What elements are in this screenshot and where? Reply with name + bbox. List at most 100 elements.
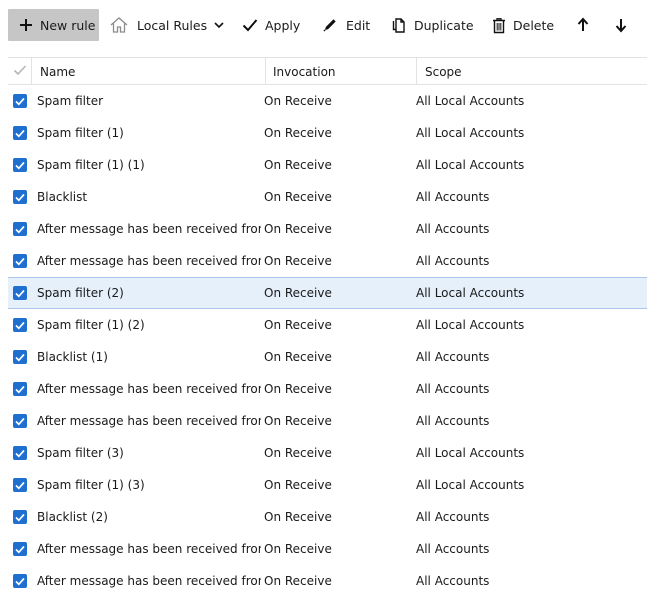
row-checkbox[interactable]: [12, 501, 28, 533]
home-icon: [109, 15, 129, 35]
move-down-button[interactable]: [611, 9, 631, 41]
table-row[interactable]: After message has been received from '..…: [8, 533, 647, 565]
move-up-button[interactable]: [573, 9, 593, 41]
table-row[interactable]: After message has been received from '..…: [8, 213, 647, 245]
column-header-name[interactable]: Name: [33, 58, 266, 85]
table-row[interactable]: Spam filter (1) (1) On Receive All Local A…: [8, 149, 647, 181]
checkbox-checked-icon: [13, 126, 27, 140]
checkbox-checked-icon: [13, 190, 27, 204]
table-row[interactable]: Blacklist (2) On Receive All Accounts: [8, 501, 647, 533]
rule-scope: All Local Accounts: [416, 478, 525, 492]
checkbox-checked-icon: [13, 478, 27, 492]
rule-scope: All Accounts: [416, 414, 490, 428]
table-row[interactable]: After message has been received from '..…: [8, 565, 647, 597]
table-row[interactable]: After message has been received from '..…: [8, 373, 647, 405]
rule-scope: All Accounts: [416, 542, 490, 556]
row-checkbox[interactable]: [12, 181, 28, 213]
checkbox-checked-icon: [13, 158, 27, 172]
rule-invocation: On Receive: [264, 574, 332, 588]
rule-invocation: On Receive: [264, 158, 332, 172]
table-row[interactable]: Spam filter (1) On Receive All Local Accou…: [8, 117, 647, 149]
table-row[interactable]: Blacklist (1) On Receive All Accounts: [8, 341, 647, 373]
arrow-down-icon: [611, 15, 631, 35]
checkbox-checked-icon: [13, 574, 27, 588]
rule-scope: All Local Accounts: [416, 318, 525, 332]
rule-name: Spam filter (1) (1): [37, 158, 145, 172]
rule-scope: All Accounts: [416, 254, 490, 268]
row-checkbox[interactable]: [12, 309, 28, 341]
rule-scope: All Local Accounts: [416, 126, 525, 140]
plus-icon: [16, 15, 36, 35]
rule-invocation: On Receive: [264, 382, 332, 396]
column-header-invocation[interactable]: Invocation: [266, 58, 417, 85]
local-rules-label: Local Rules: [137, 17, 208, 33]
rule-name: After message has been received from '..…: [37, 574, 261, 588]
delete-button[interactable]: Delete: [491, 9, 555, 41]
table-row[interactable]: After message has been received from '..…: [8, 405, 647, 437]
rule-invocation: On Receive: [264, 318, 332, 332]
row-checkbox[interactable]: [12, 85, 28, 117]
table-row[interactable]: Blacklist On Receive All Accounts: [8, 181, 647, 213]
column-header-scope[interactable]: Scope: [418, 58, 647, 85]
row-checkbox[interactable]: [12, 245, 28, 277]
delete-label: Delete: [513, 17, 555, 33]
rule-invocation: On Receive: [264, 254, 332, 268]
checkbox-checked-icon: [13, 446, 27, 460]
chevron-down-icon: [213, 19, 225, 31]
arrow-up-icon: [573, 15, 593, 35]
select-all-header[interactable]: [8, 58, 32, 85]
checkbox-checked-icon: [13, 286, 27, 300]
rule-invocation: On Receive: [264, 222, 332, 236]
rule-scope: All Local Accounts: [416, 158, 525, 172]
rules-table: Name Invocation Scope Spam filter On Rece…: [8, 57, 647, 597]
rule-invocation: On Receive: [264, 478, 332, 492]
rule-name: Spam filter (1): [37, 126, 124, 140]
edit-label: Edit: [346, 17, 371, 33]
toolbar: New rule Local Rules Apply Edit Duplicat…: [0, 0, 647, 52]
row-checkbox[interactable]: [12, 469, 28, 501]
row-checkbox[interactable]: [12, 437, 28, 469]
table-row[interactable]: Spam filter (3) On Receive All Local Accou…: [8, 437, 647, 469]
rule-name: Spam filter: [37, 94, 104, 108]
rule-scope: All Accounts: [416, 574, 490, 588]
row-checkbox[interactable]: [12, 278, 28, 308]
checkbox-checked-icon: [13, 542, 27, 556]
new-rule-button[interactable]: New rule: [8, 9, 99, 41]
rule-name: After message has been received from '..…: [37, 542, 261, 556]
row-checkbox[interactable]: [12, 565, 28, 597]
checkbox-checked-icon: [13, 318, 27, 332]
duplicate-icon: [390, 15, 408, 35]
table-row[interactable]: Spam filter (2) On Receive All Local Accou…: [8, 277, 647, 309]
checkbox-checked-icon: [13, 254, 27, 268]
rule-invocation: On Receive: [264, 190, 332, 204]
table-row[interactable]: Spam filter On Receive All Local Accounts: [8, 85, 647, 117]
checkbox-checked-icon: [13, 414, 27, 428]
duplicate-label: Duplicate: [414, 17, 474, 33]
row-checkbox[interactable]: [12, 533, 28, 565]
edit-button[interactable]: Edit: [320, 9, 372, 41]
rule-invocation: On Receive: [264, 542, 332, 556]
rule-name: Spam filter (2): [37, 286, 124, 300]
rule-name: After message has been received from '..…: [37, 254, 261, 268]
duplicate-button[interactable]: Duplicate: [390, 9, 474, 41]
new-rule-label: New rule: [40, 17, 96, 33]
apply-label: Apply: [265, 17, 301, 33]
rule-scope: All Accounts: [416, 190, 490, 204]
check-icon: [13, 64, 27, 79]
local-rules-dropdown[interactable]: Local Rules: [107, 9, 225, 41]
table-row[interactable]: After message has been received from '..…: [8, 245, 647, 277]
row-checkbox[interactable]: [12, 117, 28, 149]
rule-invocation: On Receive: [264, 510, 332, 524]
apply-button[interactable]: Apply: [240, 9, 302, 41]
row-checkbox[interactable]: [12, 149, 28, 181]
row-checkbox[interactable]: [12, 373, 28, 405]
row-checkbox[interactable]: [12, 341, 28, 373]
checkbox-checked-icon: [13, 94, 27, 108]
row-checkbox[interactable]: [12, 405, 28, 437]
rule-name: Blacklist: [37, 190, 88, 204]
row-checkbox[interactable]: [12, 213, 28, 245]
rule-scope: All Accounts: [416, 222, 490, 236]
checkbox-checked-icon: [13, 350, 27, 364]
table-row[interactable]: Spam filter (1) (3) On Receive All Local A…: [8, 469, 647, 501]
table-row[interactable]: Spam filter (1) (2) On Receive All Local A…: [8, 309, 647, 341]
